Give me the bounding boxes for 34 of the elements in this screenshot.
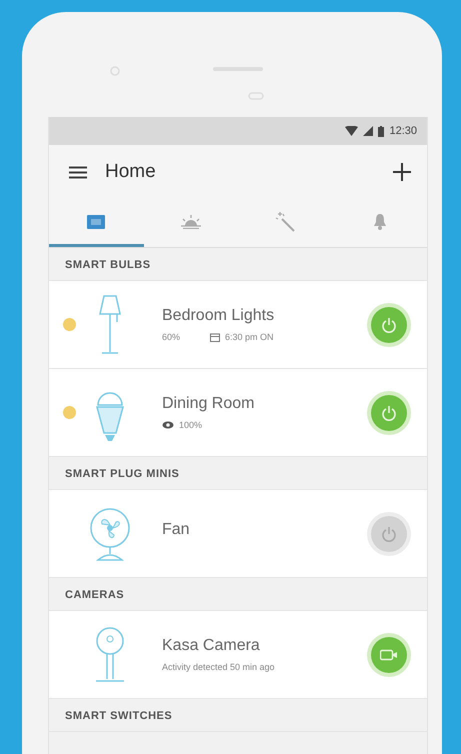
section-heading: SMART BULBS: [65, 259, 151, 271]
desk-fan-icon: [88, 506, 132, 562]
section-heading: SMART PLUG MINIS: [65, 468, 180, 480]
power-button[interactable]: [371, 394, 407, 430]
device-status: Activity detected 50 min ago: [162, 662, 275, 672]
power-icon: [381, 316, 397, 332]
camera-button[interactable]: [371, 636, 407, 672]
power-button[interactable]: [371, 306, 407, 342]
device-status: 6:30 pm ON: [225, 332, 274, 342]
screen-title: Home: [105, 161, 157, 183]
bell-icon: [372, 213, 387, 230]
power-icon: [381, 404, 397, 420]
battery-icon: [378, 126, 384, 136]
device-name: Bedroom Lights: [162, 307, 276, 325]
power-icon: [381, 526, 397, 542]
signal-icon: [363, 126, 374, 136]
calendar-icon: [210, 332, 220, 342]
wifi-icon: [345, 126, 358, 136]
device-status: 100%: [179, 420, 202, 430]
power-button[interactable]: [371, 516, 407, 552]
device-name: Fan: [162, 521, 191, 539]
add-icon[interactable]: [393, 163, 411, 181]
device-name: Dining Room: [162, 395, 256, 413]
sunrise-icon: [180, 214, 202, 228]
clock-time: 12:30: [389, 125, 417, 137]
dashboard-icon: [87, 214, 106, 228]
menu-icon[interactable]: [69, 166, 87, 178]
video-camera-icon: [380, 648, 398, 660]
magic-wand-icon: [275, 212, 296, 232]
section-heading: CAMERAS: [65, 589, 124, 601]
device-status: 60%: [162, 332, 180, 342]
brightness-icon: [162, 421, 174, 429]
device-name: Kasa Camera: [162, 637, 261, 655]
section-heading: SMART SWITCHES: [65, 710, 172, 722]
